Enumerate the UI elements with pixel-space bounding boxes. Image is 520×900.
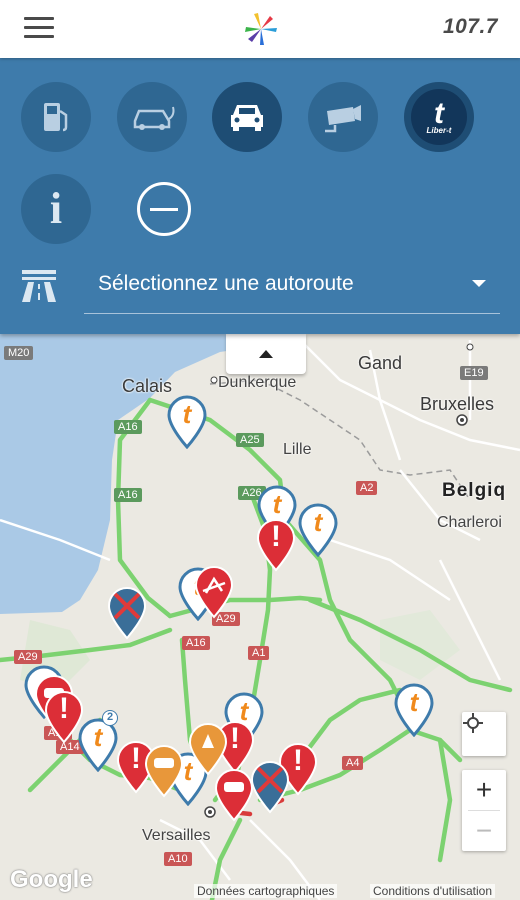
zoom-controls: + − <box>462 770 506 851</box>
libert-map-marker[interactable]: t <box>392 683 436 737</box>
zoom-in-button[interactable]: + <box>462 770 506 810</box>
zoom-out-button[interactable]: − <box>462 811 506 851</box>
roadworks-orange-marker[interactable] <box>186 722 230 776</box>
electric-car-icon <box>133 106 175 130</box>
road-badge: A16 <box>114 488 142 502</box>
fuel-pump-icon <box>44 103 68 132</box>
libert-map-marker[interactable]: t <box>165 395 209 449</box>
alert-map-marker[interactable]: ! <box>42 690 86 744</box>
city-label: Gand <box>358 353 403 373</box>
libert-t-glyph: t <box>313 507 323 537</box>
city-label: Dunkerque <box>218 374 297 391</box>
highway-select-placeholder: Sélectionnez une autoroute <box>98 272 354 295</box>
libert-t-glyph: t <box>272 489 282 519</box>
camera-icon <box>325 105 361 133</box>
road-badge: A25 <box>236 433 264 447</box>
cluster-count-badge: 2 <box>102 710 118 726</box>
closure-filter[interactable] <box>129 174 199 244</box>
libert-filter[interactable]: t Liber-t <box>404 82 474 152</box>
road-badge: A10 <box>164 852 192 866</box>
libert-t-glyph: t <box>434 96 444 130</box>
car-front-icon <box>231 105 263 131</box>
city-label: Versailles <box>142 827 211 844</box>
city-label: Bruxelles <box>420 394 495 414</box>
road-badge: A4 <box>342 756 364 770</box>
road-badge: A16 <box>114 420 142 434</box>
top-app-bar: 107.7 <box>0 0 520 58</box>
filter-panel: t Liber-t i Sélectionnez une autoroute <box>0 58 520 334</box>
libert-icon: t Liber-t <box>411 89 467 145</box>
info-icon: i <box>49 184 63 233</box>
fuel-station-filter[interactable] <box>21 82 91 152</box>
my-location-button[interactable] <box>462 712 506 756</box>
hamburger-menu-icon[interactable] <box>24 17 54 41</box>
dropdown-arrow-icon <box>472 280 486 287</box>
map-data-link[interactable]: Données cartographiques <box>194 884 338 898</box>
app-logo <box>245 13 277 45</box>
libert-t-glyph: t <box>182 399 192 429</box>
road-badge: E19 <box>460 366 488 380</box>
terms-link[interactable]: Conditions d'utilisation <box>370 884 496 898</box>
road-badge: A2 <box>356 481 378 495</box>
closed-station-marker[interactable] <box>248 760 292 814</box>
road-badge: A29 <box>14 650 42 664</box>
city-label: Lille <box>283 441 312 458</box>
alert-map-marker[interactable]: ! <box>254 518 298 572</box>
traffic-filter[interactable] <box>212 82 282 152</box>
google-logo: Google <box>10 866 93 893</box>
chevron-up-icon <box>259 350 273 358</box>
city-label: Charleroi <box>437 514 502 531</box>
libert-label: Liber-t <box>426 125 452 135</box>
traffic-orange-marker[interactable] <box>142 744 186 798</box>
roadworks-map-marker[interactable] <box>192 565 236 619</box>
app-screen: Calais Dunkerque Gand Bruxelles Lille Be… <box>0 0 520 900</box>
crosshair-icon <box>463 713 483 733</box>
highway-select[interactable]: Sélectionnez une autoroute <box>84 254 500 314</box>
electric-charging-filter[interactable] <box>117 82 187 152</box>
city-label: Calais <box>122 376 173 396</box>
road-badge: A1 <box>248 646 270 660</box>
libert-t-glyph: t <box>409 687 419 717</box>
road-badge: A16 <box>182 636 210 650</box>
radio-frequency: 107.7 <box>442 15 498 38</box>
info-filter[interactable]: i <box>21 174 91 244</box>
collapse-panel-button[interactable] <box>226 334 306 374</box>
libert-map-marker[interactable]: t <box>296 503 340 557</box>
road-badge: M20 <box>4 346 34 360</box>
webcam-filter[interactable] <box>308 82 378 152</box>
city-label: Belgiq <box>442 480 507 501</box>
exclamation-icon: ! <box>271 520 281 553</box>
highway-icon <box>22 270 56 302</box>
no-entry-icon <box>137 182 191 236</box>
closed-station-marker[interactable] <box>105 586 149 640</box>
exclamation-icon: ! <box>59 692 69 725</box>
